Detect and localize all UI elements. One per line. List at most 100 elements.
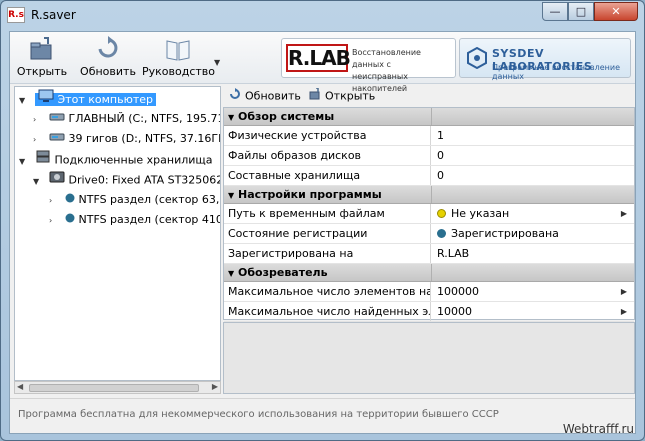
- properties-refresh-button[interactable]: Обновить: [229, 88, 301, 104]
- status-dot-icon: [437, 209, 446, 218]
- expand-arrow-icon[interactable]: ▶: [621, 302, 627, 321]
- tree-expander-icon[interactable]: ›: [33, 130, 45, 150]
- property-row[interactable]: Составные хранилища 0: [224, 166, 634, 186]
- property-row[interactable]: Файлы образов дисков 0: [224, 146, 634, 166]
- section-system-overview[interactable]: ▼ Обзор системы: [224, 108, 634, 126]
- tree-item-label: 39 гигов (D:, NTFS, 37.16ГБ): [68, 132, 221, 145]
- tree-item-drive0[interactable]: ▼ Drive0: Fixed ATA ST3250620A: [33, 170, 220, 192]
- partition-icon: [65, 190, 75, 210]
- property-key: Состояние регистрации: [224, 224, 431, 243]
- tree-item-partition-2[interactable]: › NTFS раздел (сектор 41044: [49, 210, 220, 231]
- scroll-left-icon[interactable]: ◀: [17, 382, 23, 391]
- tree-item-label: NTFS раздел (сектор 63, 19: [78, 193, 221, 206]
- hard-drive-icon: [49, 129, 65, 149]
- property-value-cell[interactable]: Не указан ▶: [433, 204, 633, 223]
- section-browser[interactable]: ▼ Обозреватель: [224, 264, 634, 282]
- rlab-line1: Восстановление данных с: [352, 48, 421, 69]
- tree-expander-icon[interactable]: ▼: [19, 91, 31, 111]
- minimize-button[interactable]: —: [542, 2, 568, 21]
- maximize-button[interactable]: □: [568, 2, 594, 21]
- tree-expander-icon[interactable]: ›: [33, 110, 45, 130]
- computer-icon: [38, 89, 54, 110]
- properties-open-label: Открыть: [325, 89, 376, 103]
- tree-item-drive-c[interactable]: › ГЛАВНЫЙ (C:, NTFS, 195.71Г: [33, 109, 221, 130]
- section-title: Обозреватель: [238, 266, 328, 279]
- title-bar[interactable]: R.s R.saver — □ ✕: [1, 1, 644, 31]
- toolbar-overflow-icon[interactable]: ▼: [214, 58, 220, 67]
- property-value-cell: Зарегистрирована: [433, 224, 633, 243]
- property-key: Путь к временным файлам: [224, 204, 431, 223]
- property-value: Зарегистрирована: [451, 227, 559, 240]
- device-tree[interactable]: ▼ Этот компьютер › ГЛАВНЫЙ (C:, NTFS, 19…: [14, 86, 221, 381]
- caption-buttons: — □ ✕: [542, 2, 638, 21]
- window-title: R.saver: [31, 8, 76, 22]
- partition-icon: [65, 210, 75, 230]
- expand-arrow-icon[interactable]: ▶: [621, 204, 627, 223]
- refresh-button[interactable]: Обновить: [80, 36, 136, 80]
- guide-button[interactable]: Руководство: [142, 36, 216, 80]
- open-label: Открыть: [16, 65, 68, 78]
- tree-item-partition-1[interactable]: › NTFS раздел (сектор 63, 19: [49, 190, 221, 211]
- section-title: Обзор системы: [238, 110, 335, 123]
- status-text: Программа бесплатна для некоммерческого …: [18, 409, 499, 420]
- section-expander-icon[interactable]: ▼: [224, 109, 238, 126]
- sysdev-banner[interactable]: SYSDEV LABORATORIES Программное восстано…: [459, 38, 631, 81]
- property-row[interactable]: Максимальное число элементов на с... 100…: [224, 282, 634, 302]
- tree-item-label: Подключенные хранилища: [54, 153, 213, 167]
- property-key: Физические устройства: [224, 126, 431, 145]
- section-expander-icon[interactable]: ▼: [224, 265, 238, 282]
- property-row[interactable]: Максимальное число найденных эле... 1000…: [224, 302, 634, 322]
- property-value: R.LAB: [437, 247, 470, 260]
- rlab-logo: R.LAB: [286, 44, 351, 72]
- property-value-cell[interactable]: 10000 ▶: [433, 302, 633, 321]
- property-value-cell[interactable]: 100000 ▶: [433, 282, 633, 301]
- property-row[interactable]: Зарегистрирована на R.LAB: [224, 244, 634, 264]
- tree-item-label: ГЛАВНЫЙ (C:, NTFS, 195.71Г: [68, 112, 221, 125]
- app-window: R.s R.saver — □ ✕ Открыть Обновить Руков…: [0, 0, 645, 441]
- section-expander-icon[interactable]: ▼: [224, 187, 238, 204]
- description-panel: [223, 322, 635, 394]
- tree-item-drive-d[interactable]: › 39 гигов (D:, NTFS, 37.16ГБ): [33, 129, 221, 150]
- property-value: 0: [437, 149, 444, 162]
- tree-expander-icon[interactable]: ›: [49, 211, 61, 231]
- tree-expander-icon[interactable]: ›: [49, 191, 61, 211]
- section-divider: [431, 264, 432, 281]
- close-button[interactable]: ✕: [594, 2, 638, 21]
- app-icon: R.s: [7, 7, 25, 23]
- property-grid: ▼ Обзор системы Физические устройства 1 Ф…: [223, 107, 635, 322]
- section-divider: [431, 186, 432, 203]
- open-folder-icon: [28, 36, 56, 62]
- watermark: Webtrafff.ru: [562, 422, 634, 436]
- tree-expander-icon[interactable]: ▼: [19, 152, 31, 172]
- properties-open-button[interactable]: Открыть: [309, 87, 376, 104]
- expand-arrow-icon[interactable]: ▶: [621, 282, 627, 301]
- tree-item-label: Этот компьютер: [57, 92, 154, 106]
- refresh-label: Обновить: [80, 65, 136, 78]
- property-value: 10000: [437, 305, 472, 318]
- property-key: Составные хранилища: [224, 166, 431, 185]
- guide-label: Руководство: [142, 65, 216, 78]
- properties-toolbar: Обновить Открыть: [223, 86, 635, 106]
- hard-drive-icon: [49, 109, 65, 129]
- property-row[interactable]: Физические устройства 1: [224, 126, 634, 146]
- disk-icon: [49, 170, 65, 191]
- tree-item-connected-storages[interactable]: ▼ Подключенные хранилища: [19, 150, 213, 170]
- tree-item-this-computer[interactable]: ▼ Этот компьютер: [19, 89, 156, 109]
- refresh-icon: [94, 36, 122, 62]
- property-key: Максимальное число элементов на с...: [224, 282, 431, 301]
- property-value: 1: [437, 129, 444, 142]
- scrollbar-thumb[interactable]: [29, 384, 199, 392]
- rlab-banner[interactable]: R.LAB Восстановление данных с неисправны…: [281, 38, 456, 93]
- section-program-settings[interactable]: ▼ Настройки программы: [224, 186, 634, 204]
- open-button[interactable]: Открыть: [16, 36, 68, 80]
- property-row[interactable]: Состояние регистрации Зарегистрирована: [224, 224, 634, 244]
- property-value: 100000: [437, 285, 479, 298]
- book-icon: [164, 36, 192, 62]
- client-area: Открыть Обновить Руководство ▼ R.LAB Вос…: [9, 31, 636, 434]
- scroll-right-icon[interactable]: ▶: [212, 382, 218, 391]
- section-divider: [431, 108, 432, 125]
- property-row[interactable]: Путь к временным файлам Не указан ▶: [224, 204, 634, 224]
- sysdev-hex-icon: [466, 46, 488, 70]
- tree-horizontal-scrollbar[interactable]: ◀ ▶: [14, 381, 221, 394]
- tree-expander-icon[interactable]: ▼: [33, 172, 45, 192]
